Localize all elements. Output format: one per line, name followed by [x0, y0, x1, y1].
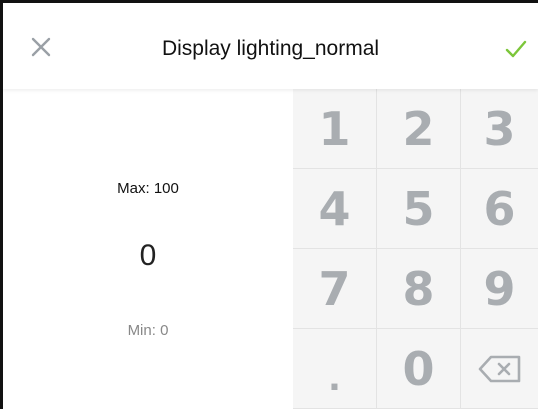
key-1[interactable]: 1 [293, 89, 377, 169]
key-4[interactable]: 4 [293, 169, 377, 249]
key-3[interactable]: 3 [461, 89, 538, 169]
numeric-input-dialog: Display lighting_normal Max: 100 0 Min: … [0, 0, 538, 409]
key-5[interactable]: 5 [377, 169, 461, 249]
key-8[interactable]: 8 [377, 249, 461, 329]
key-9[interactable]: 9 [461, 249, 538, 329]
value-panel: Max: 100 0 Min: 0 [3, 89, 293, 409]
key-decimal[interactable]: . [293, 329, 377, 409]
min-label: Min: 0 [127, 322, 169, 339]
close-button[interactable] [21, 27, 61, 67]
confirm-button[interactable] [496, 29, 536, 69]
current-value-display: 0 [139, 239, 157, 272]
key-0[interactable]: 0 [377, 329, 461, 409]
dialog-title: Display lighting_normal [161, 37, 380, 60]
dialog-header: Display lighting_normal [3, 3, 538, 89]
backspace-icon [478, 355, 520, 382]
close-icon [31, 37, 51, 57]
key-7[interactable]: 7 [293, 249, 377, 329]
numeric-keypad: 1 2 3 4 5 6 7 8 9 . 0 [293, 89, 538, 409]
checkmark-icon [505, 40, 527, 58]
key-6[interactable]: 6 [461, 169, 538, 249]
key-2[interactable]: 2 [377, 89, 461, 169]
max-label: Max: 100 [117, 180, 179, 197]
backspace-button[interactable] [461, 329, 538, 409]
